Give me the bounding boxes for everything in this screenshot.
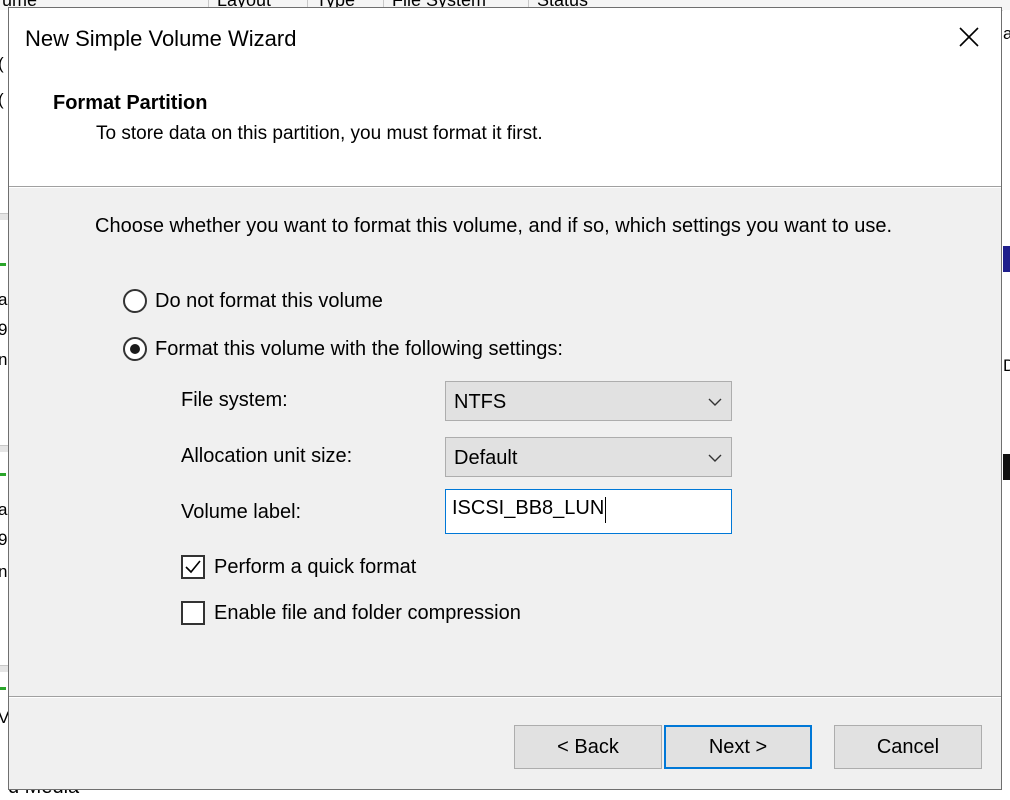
background-text: V bbox=[0, 708, 8, 727]
background-text: D bbox=[1003, 356, 1010, 375]
checkbox-label: Perform a quick format bbox=[214, 555, 417, 578]
close-icon bbox=[959, 27, 979, 47]
radio-do-not-format[interactable]: Do not format this volume bbox=[123, 289, 383, 313]
background-text: n bbox=[0, 562, 8, 581]
page-subtitle: To store data on this partition, you mus… bbox=[96, 123, 543, 144]
background-text: ( bbox=[0, 54, 4, 74]
background-partition-band bbox=[1003, 246, 1010, 272]
background-right-edge: a D bbox=[1003, 10, 1010, 800]
header-divider-highlight bbox=[9, 187, 1001, 188]
file-system-label: File system: bbox=[181, 389, 288, 411]
close-button[interactable] bbox=[937, 8, 1001, 66]
volume-label-input[interactable]: ISCSI_BB8_LUN bbox=[445, 489, 732, 534]
quick-format-checkbox[interactable] bbox=[181, 555, 205, 579]
checkmark-icon bbox=[185, 560, 201, 574]
background-divider bbox=[0, 665, 8, 672]
background-divider bbox=[0, 213, 8, 220]
background-volume-marker bbox=[0, 473, 6, 476]
compression-checkbox[interactable] bbox=[181, 601, 205, 625]
wizard-header: Format Partition To store data on this p… bbox=[9, 68, 1001, 187]
file-system-dropdown[interactable]: NTFS bbox=[445, 381, 732, 421]
next-button[interactable]: Next > bbox=[664, 725, 812, 769]
dialog-title: New Simple Volume Wizard bbox=[25, 26, 297, 51]
background-text: ( bbox=[0, 90, 4, 110]
radio-label: Format this volume with the following se… bbox=[155, 337, 563, 360]
background-text: 9. bbox=[0, 530, 8, 549]
allocation-unit-size-dropdown[interactable]: Default bbox=[445, 437, 732, 477]
chevron-down-icon bbox=[708, 454, 722, 462]
radio-format-volume[interactable]: Format this volume with the following se… bbox=[123, 337, 563, 361]
background-text: as bbox=[0, 500, 8, 519]
background-volume-marker bbox=[0, 687, 6, 690]
background-bottom-edge: d Media bbox=[8, 790, 1008, 800]
new-simple-volume-wizard-dialog: New Simple Volume Wizard Format Partitio… bbox=[8, 7, 1002, 790]
title-bar: New Simple Volume Wizard bbox=[9, 8, 1001, 68]
compression-checkbox-row[interactable]: Enable file and folder compression bbox=[181, 601, 521, 625]
radio-button-checked[interactable] bbox=[123, 337, 147, 361]
background-divider bbox=[0, 445, 8, 452]
file-system-value: NTFS bbox=[454, 391, 507, 413]
radio-label: Do not format this volume bbox=[155, 289, 383, 312]
background-text: 9. bbox=[0, 320, 8, 339]
text-caret bbox=[605, 497, 606, 523]
background-text: a bbox=[1003, 24, 1010, 43]
background-text: as bbox=[0, 290, 8, 309]
cancel-button[interactable]: Cancel bbox=[834, 725, 982, 769]
volume-label-value: ISCSI_BB8_LUN bbox=[452, 497, 605, 519]
allocation-unit-size-value: Default bbox=[454, 447, 518, 469]
background-text: d Media bbox=[8, 790, 79, 799]
allocation-unit-size-label: Allocation unit size: bbox=[181, 445, 353, 467]
page-title: Format Partition bbox=[53, 92, 208, 114]
background-partition-band bbox=[1003, 454, 1010, 480]
radio-button-unchecked[interactable] bbox=[123, 289, 147, 313]
chevron-down-icon bbox=[708, 398, 722, 406]
background-volume-marker bbox=[0, 263, 6, 266]
background-left-edge: ( ( as 9. n as 9. n V bbox=[0, 10, 8, 800]
quick-format-checkbox-row[interactable]: Perform a quick format bbox=[181, 555, 416, 579]
volume-label-label: Volume label: bbox=[181, 501, 302, 523]
background-text: n bbox=[0, 350, 8, 369]
footer-divider-highlight bbox=[9, 697, 1001, 698]
checkbox-label: Enable file and folder compression bbox=[214, 601, 521, 624]
back-button[interactable]: < Back bbox=[514, 725, 662, 769]
instruction-text: Choose whether you want to format this v… bbox=[95, 215, 893, 237]
